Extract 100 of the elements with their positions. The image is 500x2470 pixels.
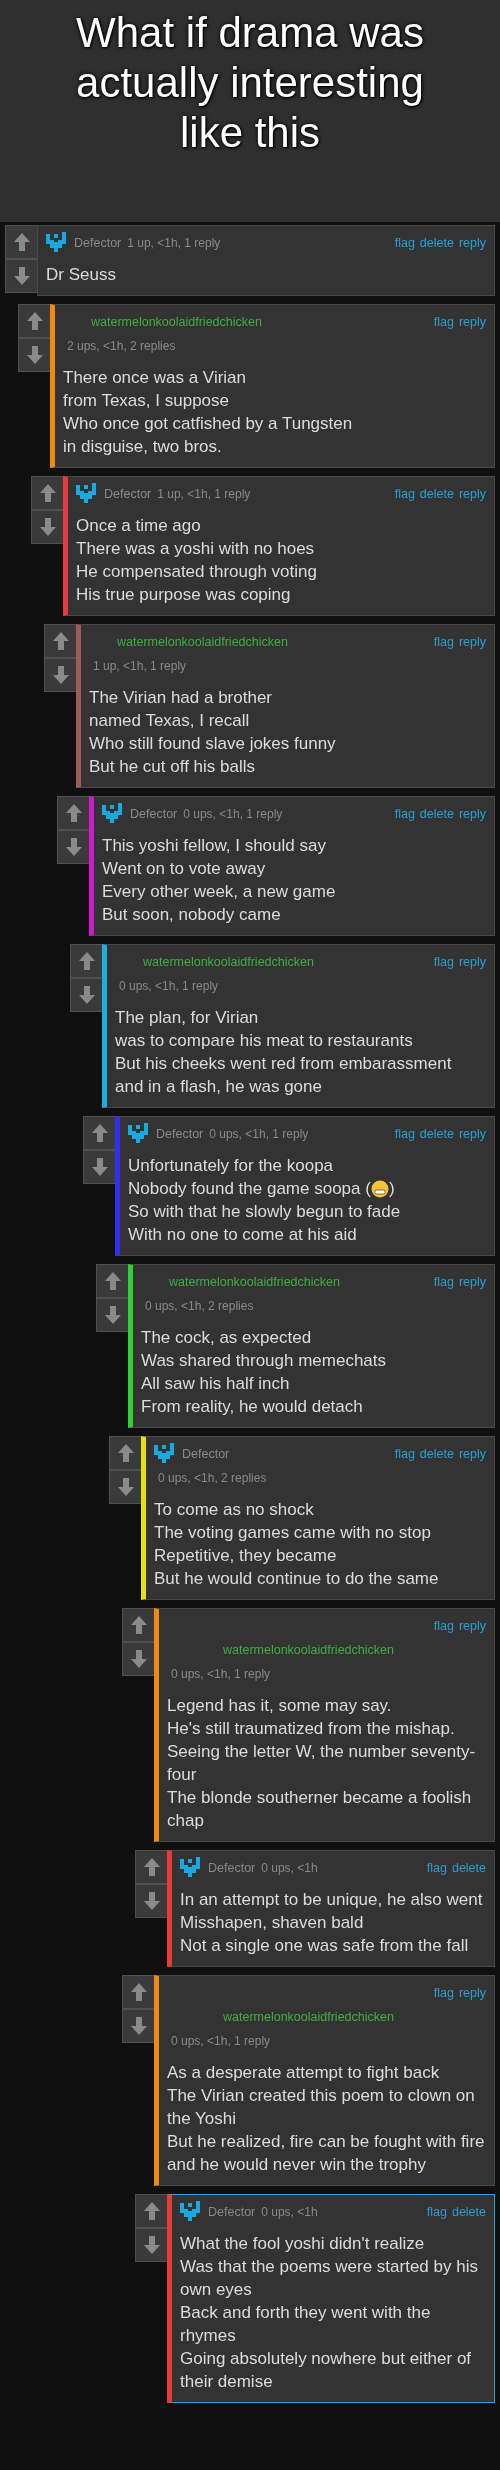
downvote-button[interactable] bbox=[135, 2228, 167, 2262]
comment-action-link[interactable]: reply bbox=[458, 1447, 486, 1461]
up-arrow-icon bbox=[64, 803, 83, 823]
comment-action-link[interactable]: reply bbox=[458, 807, 486, 821]
comment-action-link[interactable]: reply bbox=[458, 236, 486, 250]
comment-action-link[interactable]: delete bbox=[419, 1127, 454, 1141]
comment-action-link[interactable]: flag bbox=[433, 955, 454, 969]
comment-meta: 1 up, <1h, 1 reply bbox=[157, 487, 251, 501]
downvote-button[interactable] bbox=[70, 978, 102, 1012]
upvote-button[interactable] bbox=[44, 624, 76, 658]
upvote-button[interactable] bbox=[109, 1436, 141, 1470]
upvote-button[interactable] bbox=[70, 944, 102, 978]
username[interactable]: watermelonkoolaidfriedchicken bbox=[223, 1643, 394, 1657]
comment-line: Was shared through memechats bbox=[141, 1350, 388, 1372]
comment-line: Misshapen, shaven bald bbox=[180, 1912, 365, 1934]
comment-action-link[interactable]: reply bbox=[458, 315, 486, 329]
comment-line: But he realized, fire can be fought with fire bbox=[167, 2131, 486, 2153]
comment-meta: 1 up, <1h, 1 reply bbox=[127, 236, 221, 250]
comment-action-link[interactable]: flag bbox=[426, 2205, 447, 2219]
username[interactable]: Defector bbox=[156, 1127, 204, 1141]
upvote-button[interactable] bbox=[83, 1116, 115, 1150]
comment-line: What the fool yoshi didn't realize bbox=[180, 2233, 426, 2255]
comment-line: Was that the poems were started by his own eyes bbox=[180, 2256, 479, 2301]
comment-action-link[interactable]: reply bbox=[458, 1619, 486, 1633]
grimace-emoji-icon bbox=[370, 1179, 389, 1198]
comment-action-link[interactable]: reply bbox=[458, 487, 486, 501]
comment-action-link[interactable]: flag bbox=[433, 1986, 454, 2000]
upvote-button[interactable] bbox=[5, 225, 37, 259]
down-arrow-icon bbox=[116, 1477, 135, 1497]
comment-action-link[interactable]: delete bbox=[451, 2205, 486, 2219]
upvote-button[interactable] bbox=[135, 1850, 167, 1884]
username[interactable]: watermelonkoolaidfriedchicken bbox=[223, 2010, 394, 2024]
comment-line: As a desperate attempt to fight back bbox=[167, 2062, 441, 2084]
username[interactable]: watermelonkoolaidfriedchicken bbox=[169, 1275, 340, 1289]
comment-action-link[interactable]: reply bbox=[458, 1275, 486, 1289]
down-arrow-icon bbox=[64, 837, 83, 857]
comment-action-link[interactable]: delete bbox=[419, 236, 454, 250]
downvote-button[interactable] bbox=[109, 1470, 141, 1504]
comment-meta: 0 ups, <1h, 1 reply bbox=[119, 979, 219, 993]
username[interactable]: Defector bbox=[74, 236, 122, 250]
comment-line: from Texas, I suppose bbox=[63, 390, 230, 412]
comment-line: and in a flash, he was gone bbox=[115, 1076, 323, 1098]
username[interactable]: watermelonkoolaidfriedchicken bbox=[117, 635, 288, 649]
comment-action-link[interactable]: flag bbox=[394, 487, 415, 501]
up-arrow-icon bbox=[12, 232, 31, 252]
down-arrow-icon bbox=[90, 1157, 109, 1177]
comment-action-link[interactable]: flag bbox=[394, 1127, 415, 1141]
comment-action-link[interactable]: flag bbox=[394, 1447, 415, 1461]
username[interactable]: Defector bbox=[104, 487, 152, 501]
downvote-button[interactable] bbox=[57, 830, 89, 864]
downvote-button[interactable] bbox=[96, 1298, 128, 1332]
downvote-button[interactable] bbox=[83, 1150, 115, 1184]
comment-action-link[interactable]: flag bbox=[433, 1275, 454, 1289]
username[interactable]: Defector bbox=[130, 807, 178, 821]
comment-action-link[interactable]: flag bbox=[433, 315, 454, 329]
downvote-button[interactable] bbox=[31, 510, 63, 544]
downvote-button[interactable] bbox=[135, 1884, 167, 1918]
comment-action-link[interactable]: delete bbox=[419, 807, 454, 821]
comment-line: There once was a Virian bbox=[63, 367, 247, 389]
comment-action-link[interactable]: reply bbox=[458, 1127, 486, 1141]
downvote-button[interactable] bbox=[18, 338, 50, 372]
comment-meta: 2 ups, <1h, 2 replies bbox=[67, 339, 176, 353]
upvote-button[interactable] bbox=[135, 2194, 167, 2228]
down-arrow-icon bbox=[129, 2016, 148, 2036]
downvote-button[interactable] bbox=[44, 658, 76, 692]
comment-line: The plan, for Virian bbox=[115, 1007, 260, 1029]
comment-line: Going absolutely nowhere but either of their demise bbox=[180, 2348, 473, 2393]
comment-action-link[interactable]: delete bbox=[451, 1861, 486, 1875]
downvote-button[interactable] bbox=[5, 259, 37, 293]
upvote-button[interactable] bbox=[57, 796, 89, 830]
pixel-avatar-icon bbox=[180, 1857, 202, 1879]
downvote-button[interactable] bbox=[122, 1642, 154, 1676]
up-arrow-icon bbox=[103, 1271, 122, 1291]
comment-action-link[interactable]: flag bbox=[394, 236, 415, 250]
username[interactable]: Defector bbox=[208, 2205, 256, 2219]
username[interactable]: watermelonkoolaidfriedchicken bbox=[91, 315, 262, 329]
upvote-button[interactable] bbox=[18, 304, 50, 338]
comment-action-link[interactable]: flag bbox=[426, 1861, 447, 1875]
upvote-button[interactable] bbox=[122, 1608, 154, 1642]
comment-action-link[interactable]: reply bbox=[458, 635, 486, 649]
username[interactable]: watermelonkoolaidfriedchicken bbox=[143, 955, 314, 969]
comment-action-link[interactable]: flag bbox=[394, 807, 415, 821]
comment-action-link[interactable]: flag bbox=[433, 1619, 454, 1633]
comment-action-link[interactable]: delete bbox=[419, 487, 454, 501]
pixel-avatar-icon bbox=[46, 232, 68, 254]
up-arrow-icon bbox=[129, 1982, 148, 2002]
comment-line: Back and forth they went with the rhymes bbox=[180, 2302, 432, 2347]
comment-line: The cock, as expected bbox=[141, 1327, 313, 1349]
upvote-button[interactable] bbox=[96, 1264, 128, 1298]
username[interactable]: Defector bbox=[182, 1447, 230, 1461]
comment-meta: 0 ups, <1h, 1 reply bbox=[209, 1127, 309, 1141]
comment-action-link[interactable]: flag bbox=[433, 635, 454, 649]
comment-action-link[interactable]: reply bbox=[458, 1986, 486, 2000]
comment-action-link[interactable]: reply bbox=[458, 955, 486, 969]
upvote-button[interactable] bbox=[31, 476, 63, 510]
username[interactable]: Defector bbox=[208, 1861, 256, 1875]
pixel-avatar-icon bbox=[154, 1443, 176, 1465]
comment-action-link[interactable]: delete bbox=[419, 1447, 454, 1461]
downvote-button[interactable] bbox=[122, 2009, 154, 2043]
upvote-button[interactable] bbox=[122, 1975, 154, 2009]
